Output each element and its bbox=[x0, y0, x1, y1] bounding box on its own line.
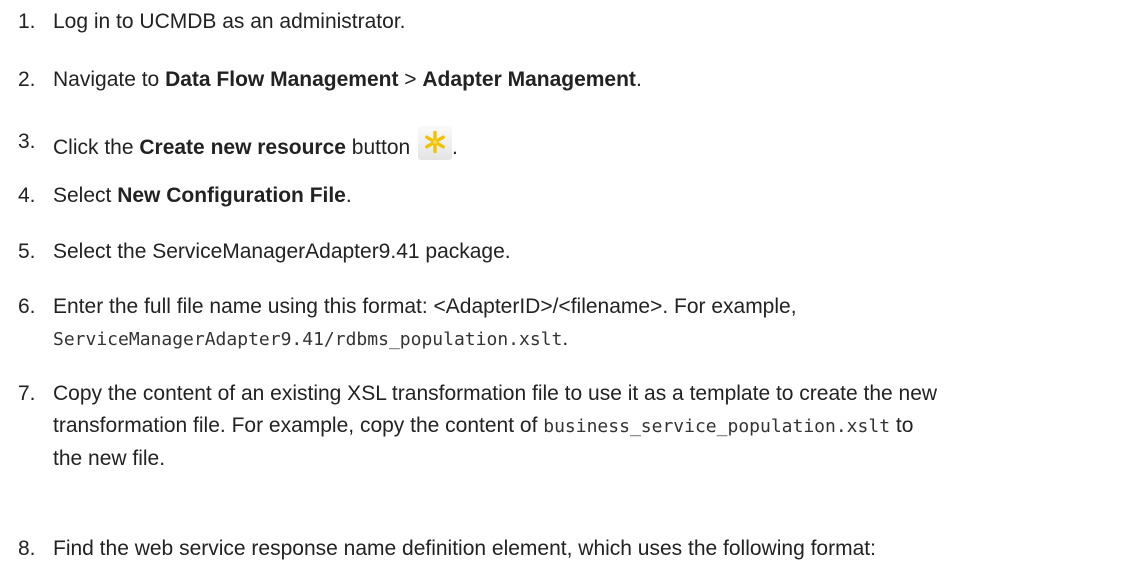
example-xslt-file: business_service_population.xslt bbox=[543, 416, 891, 437]
step-text-end: . bbox=[345, 184, 352, 207]
step-number: 7. bbox=[18, 382, 36, 405]
step-7: 7. Copy the content of an existing XSL t… bbox=[18, 378, 1127, 475]
step-number: 3. bbox=[18, 130, 36, 153]
step-text-line3: the new file. bbox=[53, 447, 166, 470]
step-number: 6. bbox=[18, 295, 36, 318]
step-4: 4. Select New Configuration File. bbox=[18, 180, 1127, 212]
step-text: Navigate to Data Flow Management > Adapt… bbox=[53, 64, 1127, 96]
step-text-line2: transformation file. For example, copy t… bbox=[53, 414, 544, 437]
step-text-main: Enter the full file name using this form… bbox=[53, 295, 797, 318]
step-8: 8. Find the web service response name de… bbox=[18, 533, 1127, 565]
step-text-before: Navigate to bbox=[53, 68, 166, 91]
menu-data-flow-management: Data Flow Management bbox=[165, 68, 399, 91]
breadcrumb-separator: > bbox=[398, 68, 423, 91]
step-text: Enter the full file name using this form… bbox=[53, 291, 1127, 356]
step-text: Select New Configuration File. bbox=[53, 180, 1127, 212]
step-number: 2. bbox=[18, 68, 36, 91]
step-text-line2-end: to bbox=[890, 414, 914, 437]
step-text-after: button bbox=[345, 136, 411, 159]
example-file-path: ServiceManagerAdapter9.41/rdbms_populati… bbox=[53, 329, 563, 350]
step-text: Click the Create new resource button . bbox=[53, 126, 1127, 164]
step-number: 8. bbox=[18, 537, 36, 560]
step-2: 2. Navigate to Data Flow Management > Ad… bbox=[18, 64, 1127, 96]
step-text: Copy the content of an existing XSL tran… bbox=[53, 378, 1127, 475]
step-number: 1. bbox=[18, 10, 36, 33]
step-number: 5. bbox=[18, 240, 36, 263]
asterisk-icon bbox=[418, 126, 453, 160]
step-text: Log in to UCMDB as an administrator. bbox=[53, 10, 406, 33]
step-text-before: Select bbox=[53, 184, 118, 207]
step-text-line1: Copy the content of an existing XSL tran… bbox=[53, 382, 938, 405]
new-configuration-file-label: New Configuration File bbox=[117, 184, 346, 207]
step-3: 3. Click the Create new resource button … bbox=[18, 126, 1127, 164]
step-text: Find the web service response name defin… bbox=[53, 537, 876, 560]
step-text-end: . bbox=[635, 68, 642, 91]
menu-adapter-management: Adapter Management bbox=[422, 68, 636, 91]
step-text-before: Click the bbox=[53, 136, 140, 159]
step-1: 1. Log in to UCMDB as an administrator. bbox=[18, 6, 1127, 38]
step-number: 4. bbox=[18, 184, 36, 207]
step-text-end: . bbox=[452, 136, 458, 159]
step-6: 6. Enter the full file name using this f… bbox=[18, 291, 1127, 356]
step-text: Select the ServiceManagerAdapter9.41 pac… bbox=[53, 240, 511, 263]
step-text-end: . bbox=[562, 327, 569, 350]
create-new-resource-label: Create new resource bbox=[139, 136, 346, 159]
step-5: 5. Select the ServiceManagerAdapter9.41 … bbox=[18, 236, 1127, 268]
